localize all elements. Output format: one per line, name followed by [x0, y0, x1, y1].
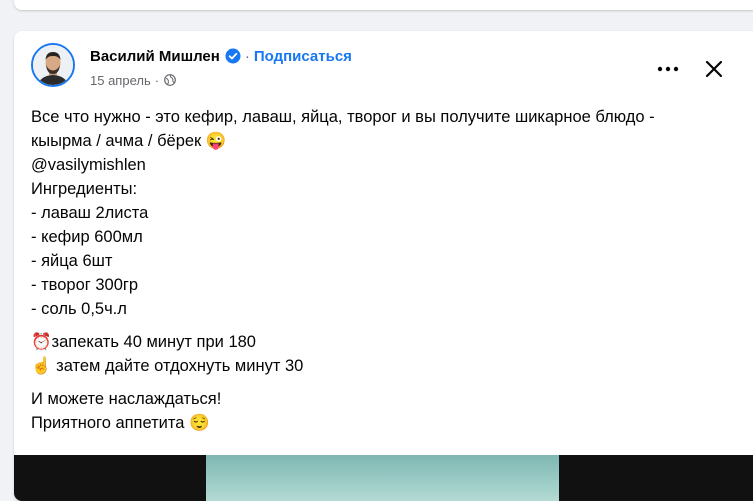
- post-text-line: кыырма / ачма / бёрек 😜: [31, 132, 227, 150]
- more-dots-icon: [657, 66, 679, 72]
- baking-instruction: ⏰запекать 40 минут при 180: [31, 333, 256, 351]
- author-avatar[interactable]: [31, 43, 75, 87]
- verified-badge-icon: [225, 48, 241, 64]
- ingredient-item: - яйца 6шт: [31, 252, 113, 270]
- ingredient-item: - соль 0,5ч.л: [31, 300, 127, 318]
- ingredients-heading: Ингредиенты:: [31, 180, 138, 198]
- post-date[interactable]: 15 апрель: [90, 73, 151, 88]
- close-button[interactable]: [696, 51, 732, 87]
- more-options-button[interactable]: [650, 51, 686, 87]
- closing-line: И можете наслаждаться!: [31, 390, 222, 408]
- resting-instruction: ☝️ затем дайте отдохнуть минут 30: [31, 357, 304, 375]
- post-card: Василий Мишлен · Подписаться 15 апрель ·: [14, 31, 753, 501]
- post-text-line: Все что нужно - это кефир, лаваш, яйца, …: [31, 108, 655, 126]
- post-media[interactable]: [14, 455, 753, 501]
- close-icon: [705, 60, 723, 78]
- post-text: Все что нужно - это кефир, лаваш, яйца, …: [31, 105, 751, 435]
- author-name[interactable]: Василий Мишлен: [90, 48, 220, 65]
- separator-dot: ·: [244, 47, 250, 65]
- separator-dot: ·: [154, 72, 160, 88]
- avatar-photo: [33, 45, 73, 85]
- closing-line: Приятного аппетита 😌: [31, 414, 210, 432]
- previous-post-card: [14, 0, 753, 10]
- author-line: Василий Мишлен · Подписаться: [90, 46, 352, 66]
- ingredient-item: - лаваш 2листа: [31, 204, 149, 222]
- ingredient-item: - творог 300гр: [31, 276, 139, 294]
- post-photo: [206, 455, 559, 501]
- post-meta: 15 апрель ·: [90, 71, 176, 89]
- globe-icon: [164, 74, 176, 86]
- ingredient-item: - кефир 600мл: [31, 228, 143, 246]
- subscribe-button[interactable]: Подписаться: [254, 48, 352, 65]
- mention-link[interactable]: @vasilymishlen: [31, 153, 751, 177]
